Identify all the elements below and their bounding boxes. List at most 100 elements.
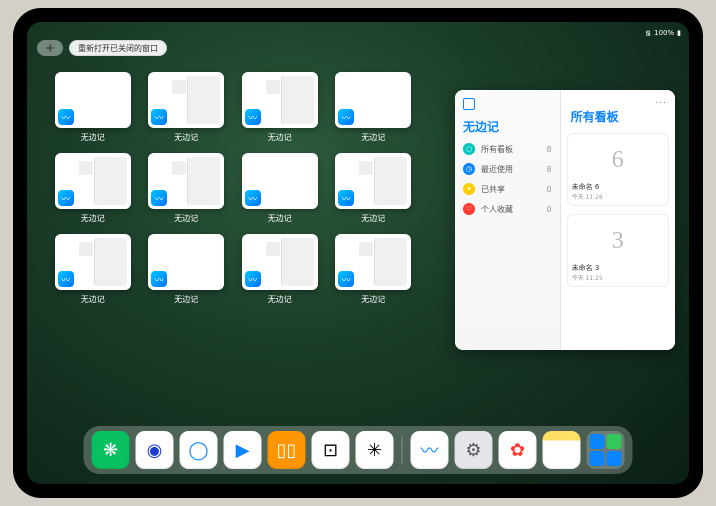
battery-icon: ▮ <box>677 29 681 37</box>
dock-wechat[interactable]: ❋ <box>92 431 130 469</box>
dock-browser[interactable]: ◯ <box>180 431 218 469</box>
thumbnail: 〰 <box>335 72 411 128</box>
freeform-app-icon: 〰 <box>245 190 261 206</box>
dock-freeform[interactable]: 〰 <box>411 431 449 469</box>
wifi-icon: ᯾ <box>645 29 651 38</box>
row-label: 个人收藏 <box>481 204 513 215</box>
dock-dice[interactable]: ⊡ <box>312 431 350 469</box>
freeform-app-icon: 〰 <box>58 190 74 206</box>
dock-separator <box>402 436 403 464</box>
dock-settings[interactable]: ⚙ <box>455 431 493 469</box>
thumbnail: 〰 <box>148 234 224 290</box>
status-right: ᯾ 100% ▮ <box>645 29 681 38</box>
board-name: 未命名 6 <box>572 182 664 192</box>
thumbnail: 〰 <box>55 153 131 209</box>
thumbnail: 〰 <box>335 234 411 290</box>
screen: ᯾ 100% ▮ + 重新打开已关闭的窗口 〰 无边记 〰 无边记 〰 无边记 … <box>27 22 689 484</box>
add-window-button[interactable]: + <box>37 40 63 56</box>
plus-icon: + <box>45 41 55 55</box>
dock-photos[interactable]: ✿ <box>499 431 537 469</box>
row-icon: ◷ <box>463 163 475 175</box>
window-thumb[interactable]: 〰 无边记 <box>147 153 227 224</box>
board-thumbnail: 3 <box>572 219 664 263</box>
thumbnail: 〰 <box>148 153 224 209</box>
window-label: 无边记 <box>361 132 385 143</box>
sidebar-item[interactable]: ♡ 个人收藏 0 <box>463 203 552 215</box>
window-grid: 〰 无边记 〰 无边记 〰 无边记 〰 无边记 〰 无边记 〰 无边记 〰 无边… <box>53 72 413 305</box>
window-thumb[interactable]: 〰 无边记 <box>53 72 133 143</box>
window-label: 无边记 <box>268 213 292 224</box>
window-label: 无边记 <box>81 294 105 305</box>
window-thumb[interactable]: 〰 无边记 <box>334 234 414 305</box>
window-label: 无边记 <box>268 132 292 143</box>
ipad-frame: ᯾ 100% ▮ + 重新打开已关闭的窗口 〰 无边记 〰 无边记 〰 无边记 … <box>13 8 703 498</box>
sidebar-item[interactable]: ✦ 已共享 0 <box>463 183 552 195</box>
freeform-app-icon: 〰 <box>151 271 167 287</box>
window-thumb[interactable]: 〰 无边记 <box>147 234 227 305</box>
row-label: 最近使用 <box>481 164 513 175</box>
row-icon: ✦ <box>463 183 475 195</box>
board-card[interactable]: 3 未命名 3 今天 11:25 <box>567 214 669 287</box>
board-card[interactable]: 6 未命名 6 今天 11:26 <box>567 133 669 206</box>
window-label: 无边记 <box>174 213 198 224</box>
board-name: 未命名 3 <box>572 263 664 273</box>
reopen-closed-window-button[interactable]: 重新打开已关闭的窗口 <box>69 40 167 56</box>
dock-notes[interactable] <box>543 431 581 469</box>
window-label: 无边记 <box>361 213 385 224</box>
freeform-app-icon: 〰 <box>58 109 74 125</box>
window-thumb[interactable]: 〰 无边记 <box>147 72 227 143</box>
row-label: 已共享 <box>481 184 505 195</box>
sidebar-item[interactable]: ○ 所有看板 8 <box>463 143 552 155</box>
reopen-label: 重新打开已关闭的窗口 <box>78 43 158 54</box>
content-title: 所有看板 <box>571 108 669 125</box>
board-date: 今天 11:26 <box>572 192 664 201</box>
window-thumb[interactable]: 〰 无边记 <box>240 72 320 143</box>
row-count: 0 <box>547 205 552 214</box>
window-thumb[interactable]: 〰 无边记 <box>53 153 133 224</box>
thumbnail: 〰 <box>335 153 411 209</box>
window-label: 无边记 <box>268 294 292 305</box>
sidebar-title: 无边记 <box>463 118 552 135</box>
sidebar-toggle-icon[interactable] <box>463 98 475 110</box>
row-label: 所有看板 <box>481 144 513 155</box>
freeform-sidebar: 无边记 ○ 所有看板 8 ◷ 最近使用 8 ✦ 已共享 0 ♡ 个人收藏 0 <box>455 90 561 350</box>
more-icon[interactable]: ... <box>655 96 667 106</box>
row-count: 0 <box>547 185 552 194</box>
board-thumbnail: 6 <box>572 138 664 182</box>
thumbnail: 〰 <box>242 72 318 128</box>
status-bar: ᯾ 100% ▮ <box>27 26 689 40</box>
row-icon: ○ <box>463 143 475 155</box>
window-label: 无边记 <box>361 294 385 305</box>
battery-label: 100% <box>654 29 674 37</box>
window-thumb[interactable]: 〰 无边记 <box>334 72 414 143</box>
window-label: 无边记 <box>174 132 198 143</box>
freeform-app-icon: 〰 <box>245 271 261 287</box>
freeform-app-icon: 〰 <box>338 271 354 287</box>
window-thumb[interactable]: 〰 无边记 <box>334 153 414 224</box>
freeform-app-icon: 〰 <box>338 190 354 206</box>
row-icon: ♡ <box>463 203 475 215</box>
sidebar-item[interactable]: ◷ 最近使用 8 <box>463 163 552 175</box>
freeform-app-icon: 〰 <box>151 190 167 206</box>
dock-play[interactable]: ▶ <box>224 431 262 469</box>
window-thumb[interactable]: 〰 无边记 <box>240 234 320 305</box>
dock-books[interactable]: ▯▯ <box>268 431 306 469</box>
window-label: 无边记 <box>81 213 105 224</box>
thumbnail: 〰 <box>242 153 318 209</box>
dock-app-library[interactable] <box>587 431 625 469</box>
freeform-window[interactable]: ... 无边记 ○ 所有看板 8 ◷ 最近使用 8 ✦ 已共享 0 ♡ 个人收藏… <box>455 90 675 350</box>
thumbnail: 〰 <box>148 72 224 128</box>
freeform-app-icon: 〰 <box>151 109 167 125</box>
freeform-app-icon: 〰 <box>338 109 354 125</box>
row-count: 8 <box>547 165 552 174</box>
row-count: 8 <box>547 145 552 154</box>
freeform-app-icon: 〰 <box>245 109 261 125</box>
dock-quark[interactable]: ◉ <box>136 431 174 469</box>
dock: ❋◉◯▶▯▯⊡✳ 〰⚙✿ <box>84 426 633 474</box>
freeform-content: 所有看板 6 未命名 6 今天 11:26 3 未命名 3 今天 11:25 <box>561 90 675 350</box>
dock-connect[interactable]: ✳ <box>356 431 394 469</box>
window-thumb[interactable]: 〰 无边记 <box>53 234 133 305</box>
window-label: 无边记 <box>81 132 105 143</box>
thumbnail: 〰 <box>55 72 131 128</box>
window-thumb[interactable]: 〰 无边记 <box>240 153 320 224</box>
